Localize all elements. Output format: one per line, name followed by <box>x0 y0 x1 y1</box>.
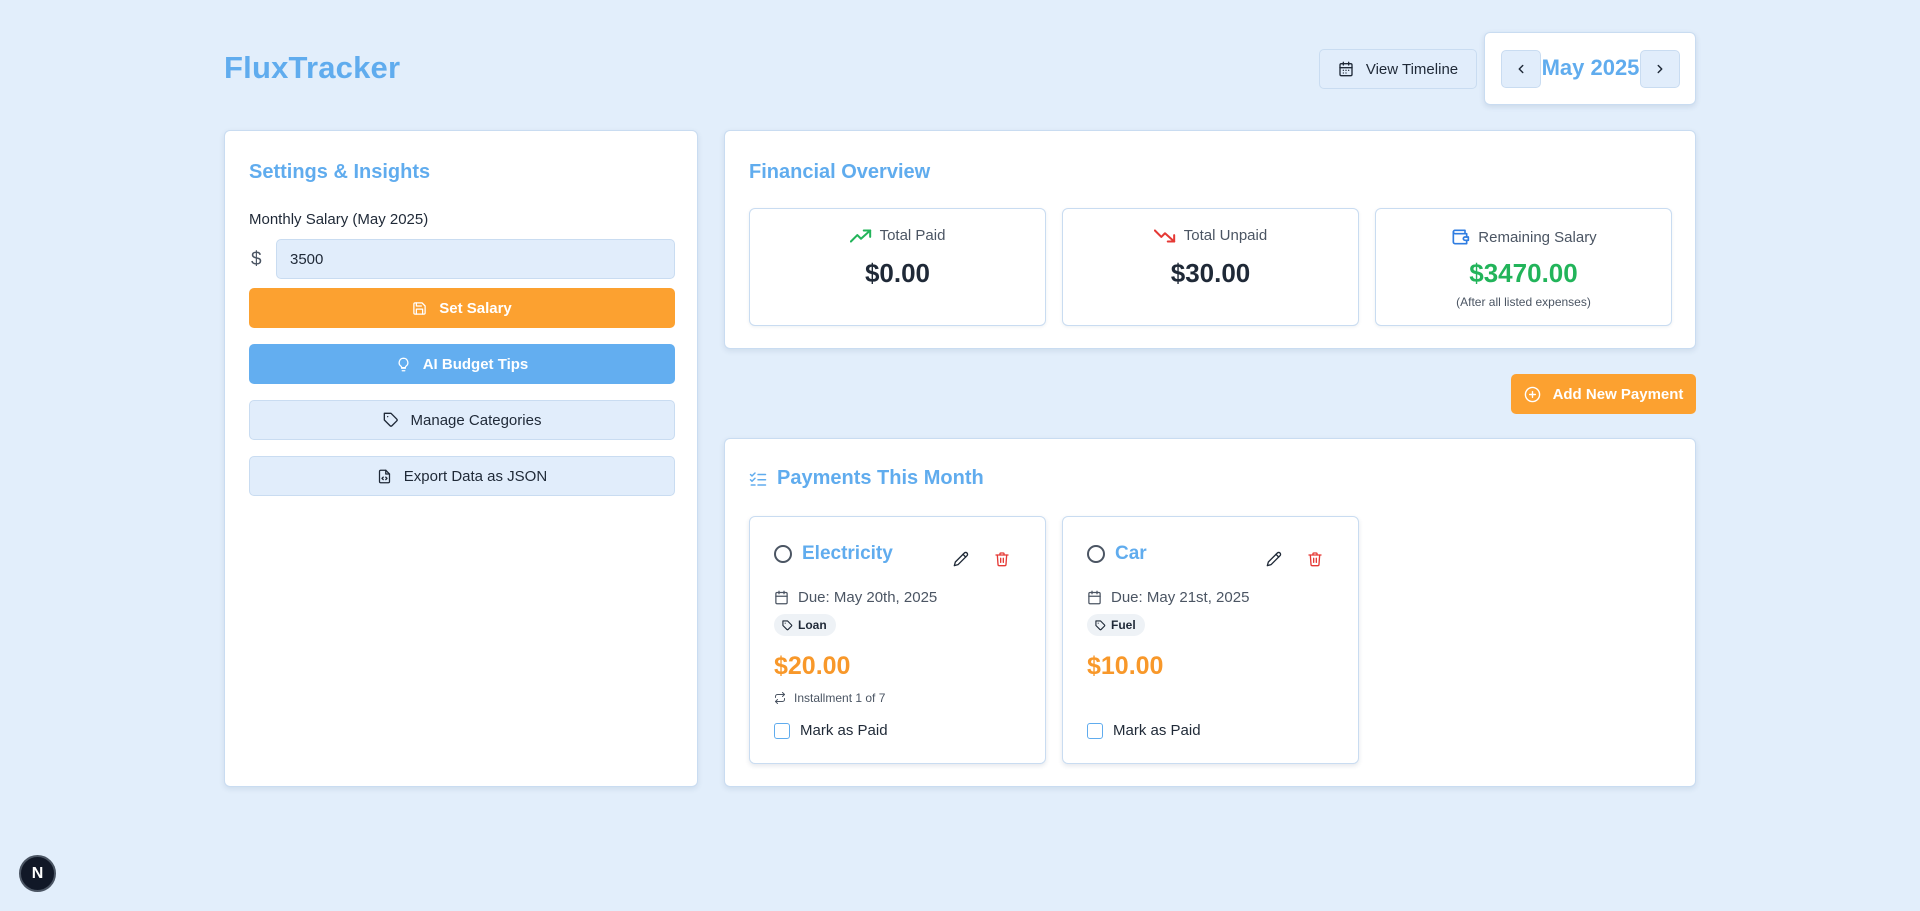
calendar-icon <box>1339 61 1353 77</box>
pencil-icon <box>953 551 969 567</box>
total-unpaid-value: $30.00 <box>1170 258 1251 288</box>
category-tag: Loan <box>774 614 836 636</box>
view-timeline-label: View Timeline <box>1365 60 1459 78</box>
category-tag: Fuel <box>1087 614 1145 636</box>
set-salary-button[interactable]: Set Salary <box>249 288 675 328</box>
salary-label: Monthly Salary (May 2025) <box>249 211 429 228</box>
file-code-icon <box>378 469 390 483</box>
delete-payment-button[interactable] <box>994 551 1010 572</box>
delete-payment-button[interactable] <box>1307 551 1323 572</box>
set-salary-label: Set Salary <box>439 299 512 317</box>
payments-panel: Payments This Month Electricity Due: May… <box>724 438 1696 787</box>
remaining-salary-value: $3470.00 <box>1469 258 1578 288</box>
list-checks-icon <box>749 471 767 486</box>
edit-payment-button[interactable] <box>953 551 969 572</box>
lightbulb-icon <box>398 357 409 371</box>
installment-text: Installment 1 of 7 <box>794 691 886 705</box>
salary-input[interactable] <box>276 239 675 279</box>
mark-as-paid-checkbox[interactable]: Mark as Paid <box>774 722 888 739</box>
due-date-text: Due: May 21st, 2025 <box>1111 589 1250 606</box>
trending-up-icon <box>849 228 871 243</box>
edit-payment-button[interactable] <box>1266 551 1282 572</box>
total-paid-value: $0.00 <box>864 258 931 288</box>
export-json-button[interactable]: Export Data as JSON <box>249 456 675 496</box>
payment-status-radio[interactable] <box>1087 545 1105 563</box>
financial-overview-panel: Financial Overview Total Paid $0.00 Tota… <box>724 130 1696 349</box>
tag-icon <box>1095 619 1106 630</box>
mark-as-paid-checkbox[interactable]: Mark as Paid <box>1087 722 1201 739</box>
total-paid-label: Total Paid <box>879 227 946 244</box>
previous-month-button[interactable] <box>1501 50 1541 88</box>
view-timeline-button[interactable]: View Timeline <box>1319 49 1477 89</box>
ai-budget-tips-label: AI Budget Tips <box>422 355 529 373</box>
category-tag-label: Fuel <box>1111 618 1136 632</box>
settings-title: Settings & Insights <box>249 161 431 183</box>
manage-categories-button[interactable]: Manage Categories <box>249 400 675 440</box>
category-tag-label: Loan <box>798 618 827 632</box>
month-navigator: May 2025 <box>1484 32 1696 105</box>
checkbox-box[interactable] <box>774 722 790 739</box>
dev-tools-badge[interactable]: N <box>19 855 56 892</box>
due-date-text: Due: May 20th, 2025 <box>798 589 938 606</box>
add-new-payment-label: Add New Payment <box>1552 385 1684 403</box>
settings-panel: Settings & Insights Monthly Salary (May … <box>224 130 698 787</box>
add-new-payment-button[interactable]: Add New Payment <box>1511 374 1696 414</box>
tag-icon <box>383 412 398 427</box>
chevron-right-icon <box>1657 64 1663 74</box>
tag-icon <box>782 619 793 630</box>
payment-due-date: Due: May 21st, 2025 <box>1087 589 1249 606</box>
payment-status-radio[interactable] <box>774 545 792 563</box>
remaining-salary-note: (After all listed expenses) <box>1456 295 1591 309</box>
app-title: FluxTracker <box>224 50 401 85</box>
trash-icon <box>1308 552 1322 567</box>
payment-card: Electricity Due: May 20th, 2025 Loan $20… <box>749 516 1046 764</box>
total-unpaid-card: Total Unpaid $30.00 <box>1062 208 1359 326</box>
payments-title: Payments This Month <box>777 467 984 489</box>
payment-name: Electricity <box>802 543 893 564</box>
save-icon <box>413 301 426 315</box>
trending-down-icon <box>1153 228 1175 243</box>
plus-circle-icon <box>1524 386 1540 402</box>
next-month-button[interactable] <box>1640 50 1680 88</box>
mark-as-paid-label: Mark as Paid <box>800 722 888 739</box>
payment-card: Car Due: May 21st, 2025 Fuel $10.00 Mark… <box>1062 516 1359 764</box>
calendar-icon <box>1088 590 1101 605</box>
wallet-icon <box>1452 229 1470 245</box>
trash-icon <box>995 552 1009 567</box>
ai-budget-tips-button[interactable]: AI Budget Tips <box>249 344 675 384</box>
payment-amount: $20.00 <box>774 652 851 680</box>
total-unpaid-label: Total Unpaid <box>1183 227 1268 244</box>
header: FluxTracker View Timeline May 2025 <box>224 0 1696 130</box>
chevron-left-icon <box>1518 64 1524 74</box>
remaining-salary-label: Remaining Salary <box>1478 228 1597 246</box>
remaining-salary-card: Remaining Salary $3470.00 (After all lis… <box>1375 208 1672 326</box>
manage-categories-label: Manage Categories <box>410 411 542 429</box>
mark-as-paid-label: Mark as Paid <box>1113 722 1201 739</box>
checkbox-box[interactable] <box>1087 722 1103 739</box>
app-container: FluxTracker View Timeline May 2025 Setti… <box>224 0 1696 787</box>
currency-symbol: $ <box>251 249 262 270</box>
pencil-icon <box>1266 551 1282 567</box>
payment-amount: $10.00 <box>1087 652 1164 680</box>
payment-due-date: Due: May 20th, 2025 <box>774 589 937 606</box>
payment-name: Car <box>1115 543 1147 564</box>
calendar-icon <box>775 590 788 605</box>
repeat-icon <box>775 692 785 704</box>
overview-title: Financial Overview <box>749 161 931 183</box>
export-json-label: Export Data as JSON <box>403 467 548 485</box>
current-month-label: May 2025 <box>1541 55 1640 80</box>
total-paid-card: Total Paid $0.00 <box>749 208 1046 326</box>
installment-info: Installment 1 of 7 <box>774 691 885 705</box>
